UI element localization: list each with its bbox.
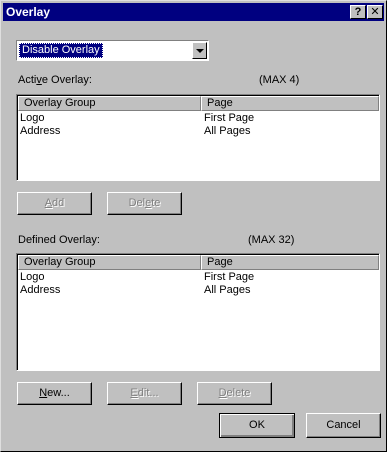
ok-button[interactable]: OK — [219, 413, 295, 438]
list-item[interactable]: Logo First Page — [18, 271, 379, 284]
active-overlay-label: Active Overlay: — [18, 74, 92, 86]
cancel-button[interactable]: Cancel — [306, 413, 381, 438]
overlay-group-cell: Logo — [20, 271, 45, 283]
help-button[interactable]: ? — [350, 5, 366, 19]
defined-overlay-max: (MAX 32) — [248, 234, 295, 246]
overlay-mode-value: Disable Overlay — [19, 43, 103, 58]
active-list-header: Overlay Group Page — [18, 96, 379, 111]
edit-button[interactable]: Edit... — [107, 382, 182, 405]
new-button[interactable]: New... — [17, 382, 92, 405]
overlay-group-cell: Address — [20, 284, 61, 296]
defined-list-header: Overlay Group Page — [18, 255, 379, 270]
page-cell: First Page — [204, 271, 255, 283]
defined-overlay-list[interactable]: Overlay Group Page Logo First Page Addre… — [16, 253, 380, 371]
list-item[interactable]: Logo First Page — [18, 112, 379, 125]
column-header-page[interactable]: Page — [201, 255, 379, 270]
delete-active-button[interactable]: Delete — [107, 192, 182, 215]
window-title: Overlay — [6, 5, 51, 19]
column-header-overlay-group[interactable]: Overlay Group — [18, 255, 201, 270]
overlay-group-cell: Address — [20, 125, 61, 137]
overlay-dialog: Overlay ? ✕ Disable Overlay Active Overl… — [0, 0, 387, 452]
list-item[interactable]: Address All Pages — [18, 284, 379, 297]
column-header-page[interactable]: Page — [201, 96, 379, 111]
page-cell: First Page — [204, 112, 255, 124]
overlay-group-cell: Logo — [20, 112, 45, 124]
defined-overlay-label: Defined Overlay: — [18, 234, 100, 246]
delete-defined-button[interactable]: Delete — [197, 382, 272, 405]
close-button[interactable]: ✕ — [367, 5, 383, 19]
title-bar[interactable]: Overlay ? ✕ — [3, 3, 384, 21]
add-button[interactable]: Add — [17, 192, 92, 215]
active-overlay-list[interactable]: Overlay Group Page Logo First Page Addre… — [16, 94, 380, 181]
list-item[interactable]: Address All Pages — [18, 125, 379, 138]
dropdown-arrow-icon[interactable] — [192, 42, 207, 59]
overlay-mode-dropdown[interactable]: Disable Overlay — [16, 40, 209, 61]
active-overlay-max: (MAX 4) — [259, 74, 300, 86]
column-header-overlay-group[interactable]: Overlay Group — [18, 96, 201, 111]
page-cell: All Pages — [204, 284, 251, 296]
page-cell: All Pages — [204, 125, 251, 137]
